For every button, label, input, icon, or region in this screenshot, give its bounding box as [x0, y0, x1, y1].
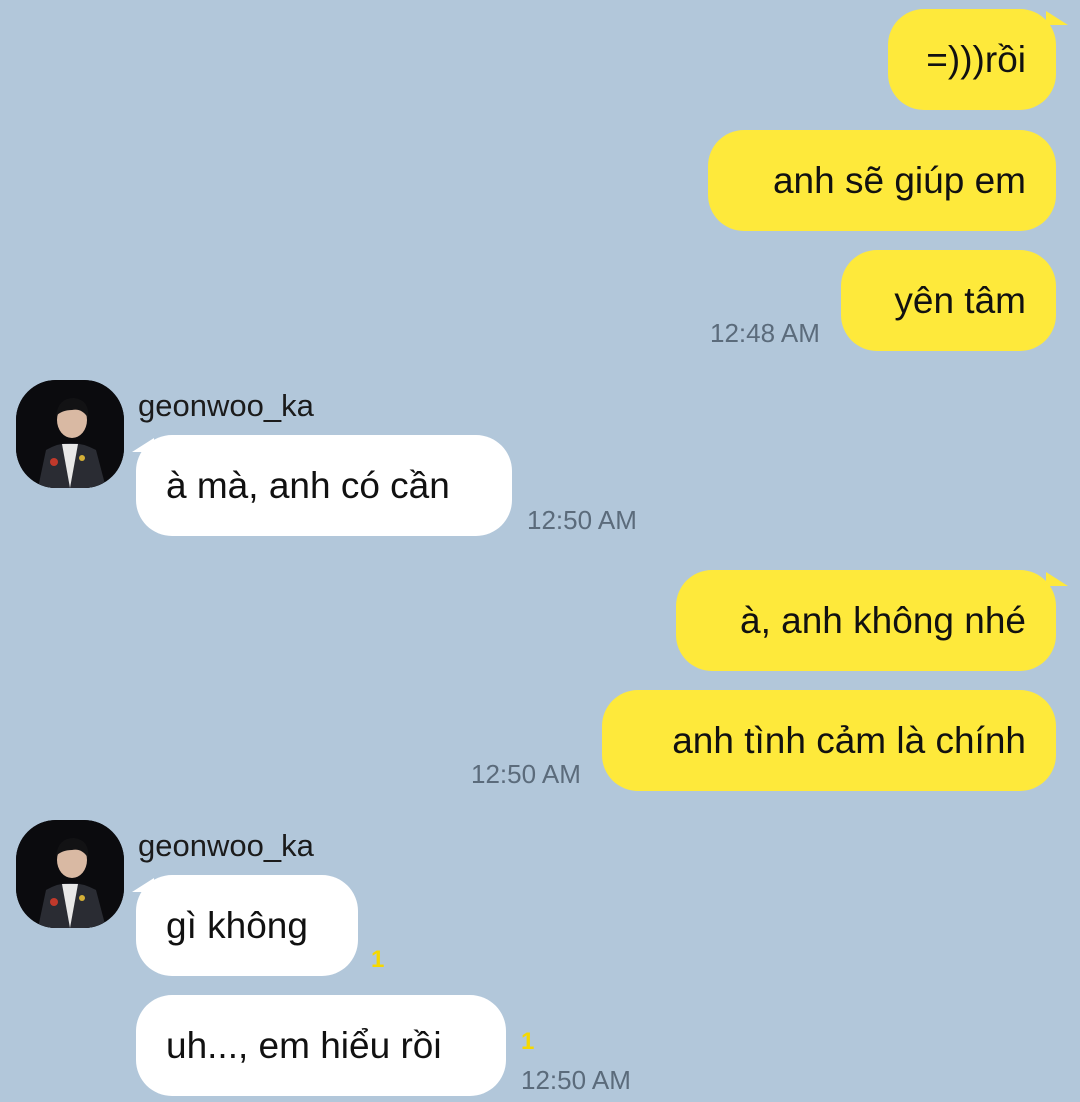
my-message-bubble[interactable]: anh tình cảm là chính	[602, 690, 1056, 791]
message-text: anh tình cảm là chính	[672, 719, 1026, 761]
sender-name: geonwoo_ka	[138, 828, 314, 863]
chat-message-list[interactable]: =)))rồi anh sẽ giúp em 12:48 AM yên tâm …	[0, 0, 1080, 1102]
message-timestamp: 12:50 AM	[471, 759, 581, 789]
my-message-bubble[interactable]: anh sẽ giúp em	[708, 130, 1056, 231]
message-text: =)))rồi	[926, 38, 1026, 80]
their-message-bubble[interactable]: à mà, anh có cần	[136, 435, 512, 536]
their-message-bubble[interactable]: uh..., em hiểu rồi	[136, 995, 506, 1096]
message-text: anh sẽ giúp em	[772, 159, 1026, 201]
their-message-bubble[interactable]: gì không	[136, 875, 358, 976]
unread-count-badge: 1	[371, 946, 385, 973]
my-message-bubble[interactable]: =)))rồi	[888, 9, 1056, 110]
my-message-bubble[interactable]: à, anh không nhé	[676, 570, 1056, 671]
message-text: à mà, anh có cần	[166, 464, 450, 506]
avatar-photo-icon	[16, 380, 124, 488]
message-text: à, anh không nhé	[740, 599, 1026, 641]
message-timestamp: 12:48 AM	[710, 318, 820, 348]
message-text: yên tâm	[894, 279, 1026, 321]
avatar-photo-icon	[16, 820, 124, 928]
message-timestamp: 12:50 AM	[521, 1065, 631, 1095]
message-text: gì không	[166, 904, 308, 946]
bubble-tail	[1046, 572, 1068, 586]
bubble-tail	[1046, 11, 1068, 25]
message-text: uh..., em hiểu rồi	[166, 1024, 442, 1066]
sender-name: geonwoo_ka	[138, 388, 314, 423]
message-timestamp: 12:50 AM	[527, 505, 637, 535]
sender-avatar[interactable]	[16, 820, 124, 928]
unread-count-badge: 1	[521, 1028, 535, 1055]
sender-avatar[interactable]	[16, 380, 124, 488]
my-message-bubble[interactable]: yên tâm	[841, 250, 1056, 351]
